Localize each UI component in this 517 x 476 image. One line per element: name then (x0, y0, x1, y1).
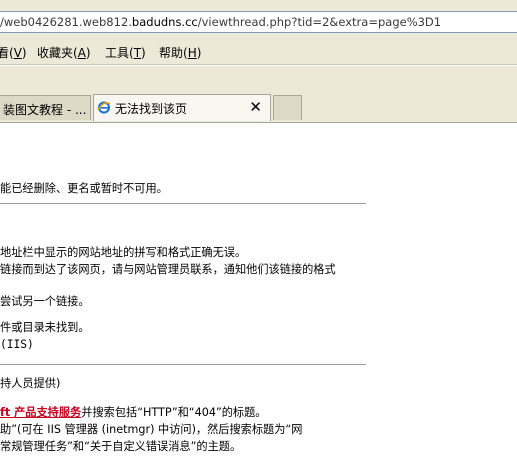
iis-label: (IIS) (0, 338, 34, 351)
tip-check-address: 地址栏中显示的网站地址的拼写和格式正确无误。 (0, 246, 247, 259)
http-error-text: 件或目录未找到。 (0, 321, 90, 334)
menu-help[interactable]: 帮助(H) (159, 44, 201, 61)
tip-contact-admin: 链接而到达了该网页，请与网站管理员联系，通知他们该链接的格式 (0, 263, 336, 276)
tab-label: 装图文教程 - ... (3, 103, 87, 117)
tab-page-not-found[interactable]: 无法找到该页 ✕ (93, 94, 271, 121)
support-line-text: 并搜索包括“HTTP”和“404”的标题。 (81, 406, 267, 419)
support-link[interactable]: ft 产品支持服务 (0, 406, 81, 419)
tab-label: 无法找到该页 (115, 102, 188, 116)
menu-view[interactable]: 看(V) (0, 44, 27, 61)
toolbar-divider-highlight (0, 65, 517, 66)
iis-topics-text: 常规管理任务”和“关于自定义错误消息”的主题。 (0, 440, 242, 453)
tab-install-tutorial[interactable]: 装图文教程 - ... (0, 95, 91, 120)
menu-bar: 看(V) 收藏夹(A) 工具(T) 帮助(H) (0, 40, 517, 62)
support-line: ft 产品支持服务并搜索包括“HTTP”和“404”的标题。 (0, 406, 267, 419)
tip-try-another-link: 尝试另一个链接。 (0, 295, 90, 308)
menu-favorites[interactable]: 收藏夹(A) (37, 44, 91, 61)
ie-icon (97, 101, 111, 114)
iis-help-text: 助”(可在 IIS 管理器 (inetmgr) 中访问)，然后搜索标题为“网 (0, 423, 303, 436)
address-bar[interactable]: /web0426281.web812.badudns.cc/viewthread… (0, 11, 517, 33)
url-suffix: /viewthread.php?tid=2&extra=page%3D1 (197, 15, 442, 29)
divider (0, 203, 366, 204)
address-url[interactable]: /web0426281.web812.badudns.cc/viewthread… (0, 15, 441, 29)
menu-tools[interactable]: 工具(T) (105, 44, 146, 61)
url-prefix: /web0426281.web812. (0, 15, 132, 29)
error-message: 能已经删除、更名或暂时不可用。 (0, 182, 168, 195)
divider (0, 364, 366, 365)
tab-strip: 装图文教程 - ... 无法找到该页 ✕ (0, 94, 517, 123)
close-tab-icon[interactable]: ✕ (249, 98, 262, 116)
new-tab-button[interactable] (273, 95, 302, 120)
support-heading: 持人员提供) (0, 377, 61, 390)
url-host: badudns.cc (131, 15, 198, 29)
